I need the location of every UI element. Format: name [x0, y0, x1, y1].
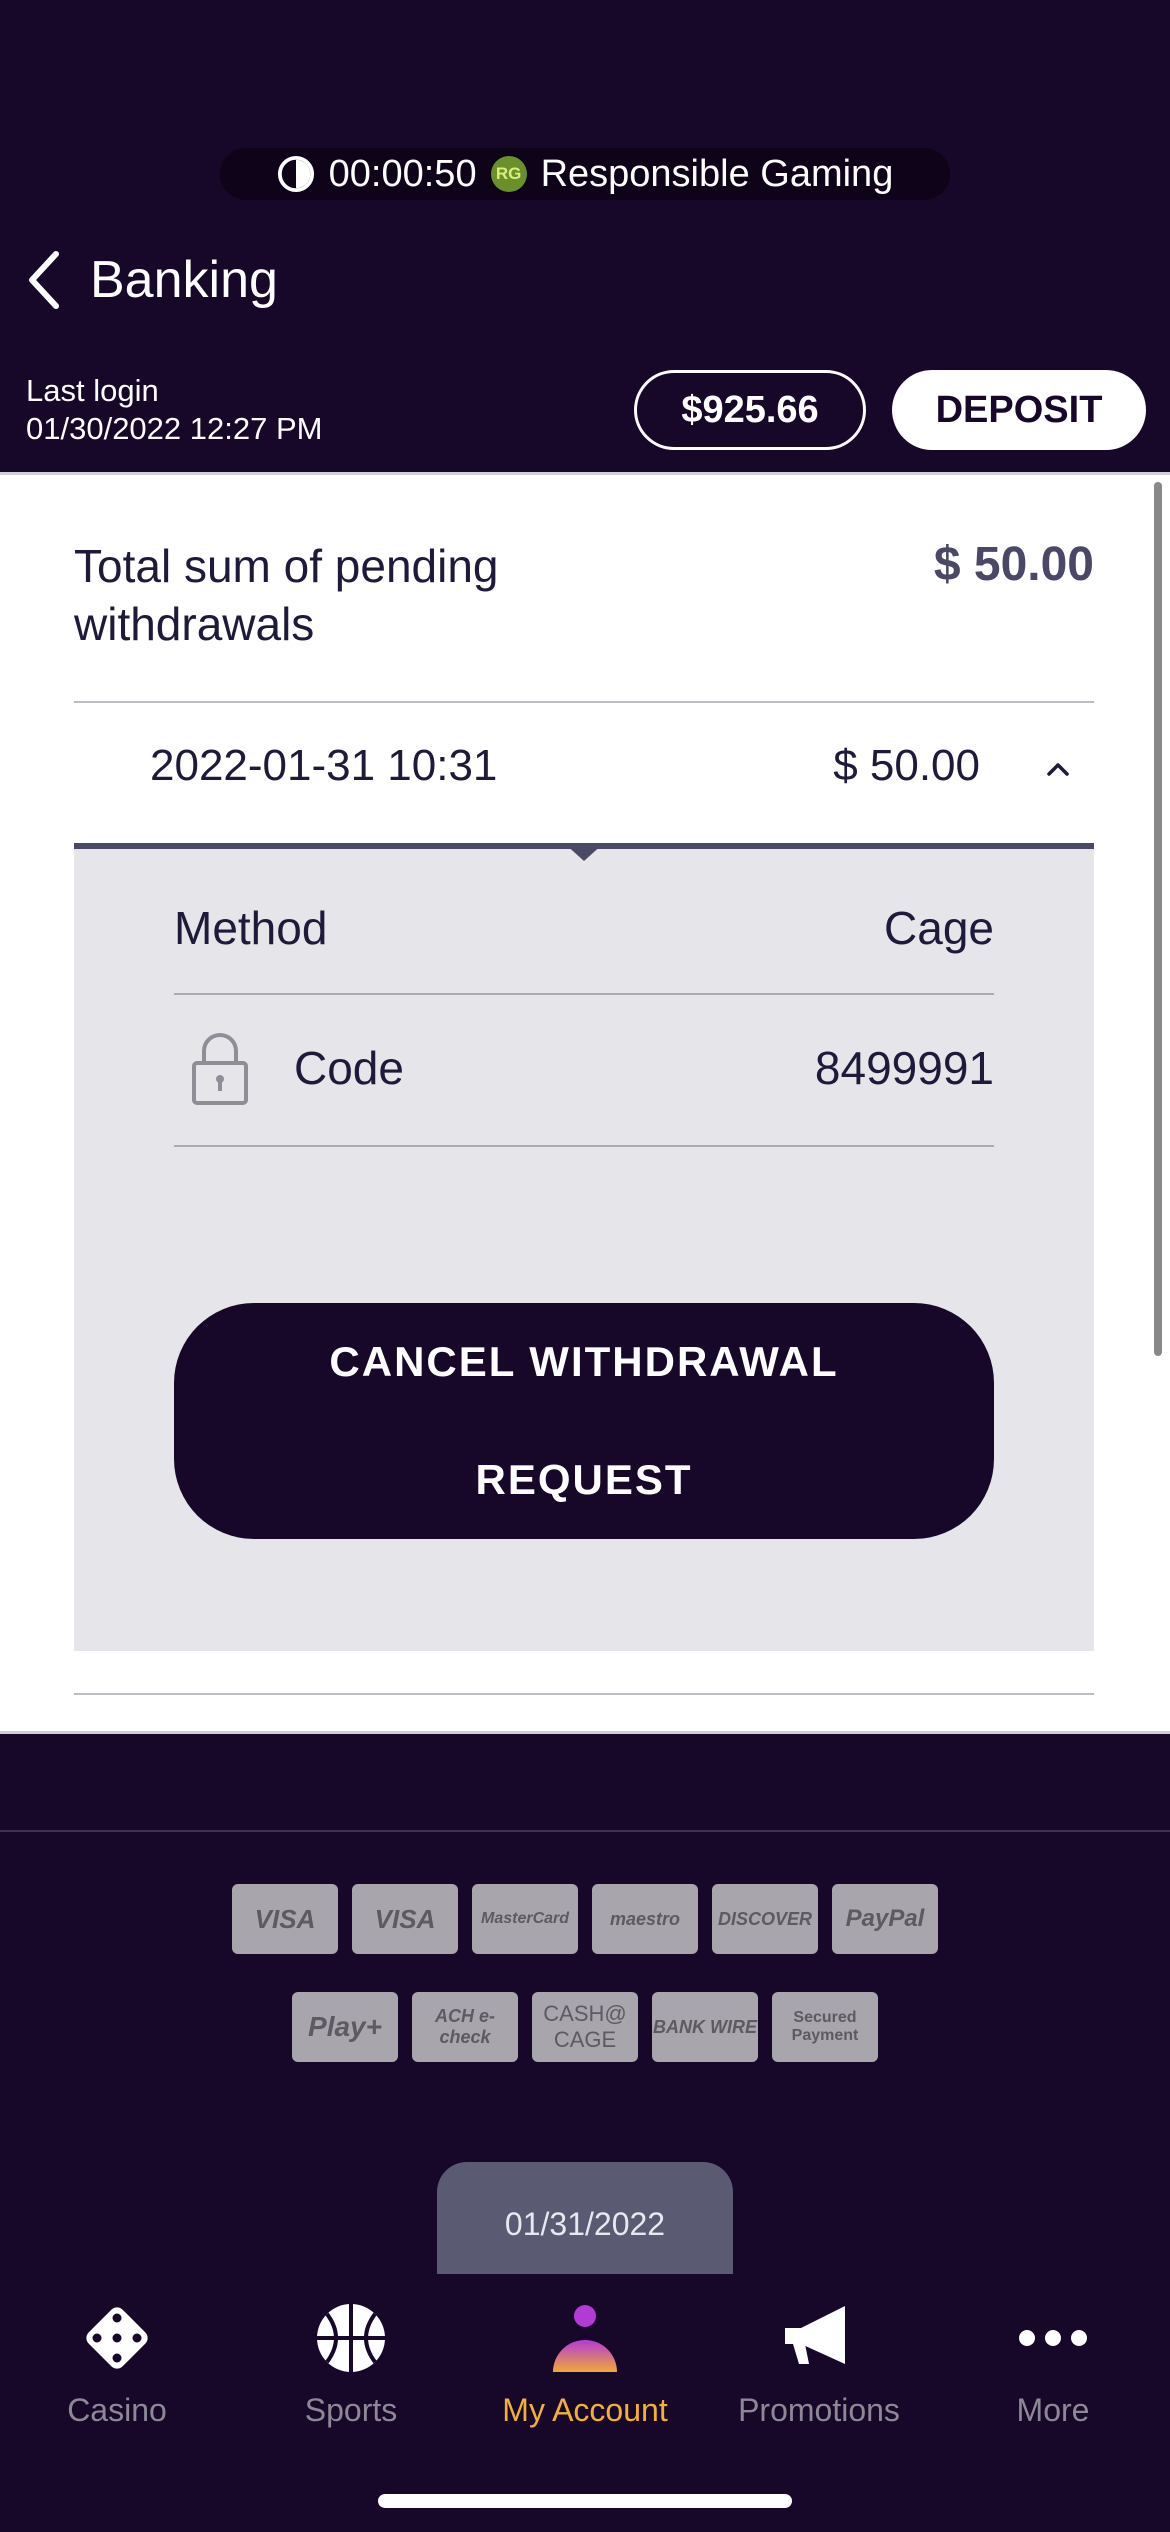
dice-icon — [86, 2307, 148, 2369]
deposit-button[interactable]: DEPOSIT — [892, 370, 1146, 450]
home-indicator[interactable] — [378, 2494, 792, 2508]
tab-label: Casino — [67, 2392, 167, 2428]
megaphone-icon — [785, 2306, 845, 2364]
session-timer: 00:00:50 — [328, 152, 477, 195]
balance-button[interactable]: $925.66 — [634, 370, 866, 450]
page-title: Banking — [90, 251, 278, 309]
last-login-label: Last login — [26, 373, 159, 408]
tab-label: Promotions — [738, 2392, 900, 2428]
last-login-value: 01/30/2022 12:27 PM — [26, 411, 323, 446]
rg-icon: RG — [490, 156, 527, 192]
withdrawal-date: 2022-01-31 10:31 — [150, 741, 498, 790]
tab-label: Sports — [304, 2392, 398, 2428]
page-header: Banking — [24, 240, 278, 320]
lock-icon — [192, 1033, 248, 1105]
payment-logos-row: Play+ ACH e-check CASH@ CAGE BANK WIRE S… — [0, 1992, 1170, 2062]
detail-pointer — [564, 843, 604, 861]
cancel-withdrawal-button[interactable]: CANCEL WITHDRAWAL REQUEST — [174, 1303, 994, 1539]
responsible-gaming-label: Responsible Gaming — [540, 152, 894, 195]
withdrawal-detail: Method Cage Code 8499991 CANCEL WITHDRAW… — [74, 843, 1094, 1651]
discover-logo: DISCOVER — [712, 1884, 818, 1954]
pending-withdrawals-panel: Total sum of pending withdrawals $ 50.00… — [0, 472, 1170, 1734]
visa-logo: VISA — [232, 1884, 338, 1954]
code-value: 8499991 — [814, 1042, 994, 1094]
tab-label: My Account — [502, 2392, 668, 2428]
divider — [174, 1145, 994, 1147]
secured-payment-logo: Secured Payment — [772, 1992, 878, 2062]
pending-total-value: $ 50.00 — [933, 538, 1094, 591]
more-dots-icon — [1019, 2330, 1087, 2346]
bank-wire-logo: BANK WIRE — [652, 1992, 758, 2062]
last-login-info: Last login 01/30/2022 12:27 PM — [26, 372, 322, 448]
withdrawal-amount: $ 50.00 — [833, 741, 980, 790]
chevron-up-icon[interactable] — [1046, 761, 1070, 777]
ach-echeck-logo: ACH e-check — [412, 1992, 518, 2062]
divider — [174, 993, 994, 995]
maestro-logo: maestro — [592, 1884, 698, 1954]
responsible-gaming-pill[interactable]: 00:00:50 RG Responsible Gaming — [220, 148, 950, 200]
mastercard-logo: MasterCard — [472, 1884, 578, 1954]
tab-label: More — [1016, 2392, 1090, 2428]
pending-total-label: Total sum of pending withdrawals — [74, 540, 499, 650]
footer-divider — [0, 1830, 1170, 1832]
method-value: Cage — [884, 902, 994, 954]
code-label: Code — [294, 1042, 404, 1094]
back-chevron-icon[interactable] — [24, 248, 64, 312]
cash-at-cage-logo: CASH@ CAGE — [532, 1992, 638, 2062]
visa-electron-logo: VISA — [352, 1884, 458, 1954]
divider — [74, 1693, 1094, 1695]
play-plus-logo: Play+ — [292, 1992, 398, 2062]
account-icon — [553, 2305, 617, 2372]
payment-logos-row: VISA VISA MasterCard maestro DISCOVER Pa… — [0, 1884, 1170, 1954]
basketball-icon — [317, 2304, 385, 2372]
tab-more[interactable]: More — [936, 2274, 1170, 2532]
scrollbar[interactable] — [1154, 482, 1162, 1356]
date-toast: 01/31/2022 — [437, 2162, 733, 2282]
method-label: Method — [174, 902, 328, 954]
clock-icon — [277, 155, 314, 193]
paypal-logo: PayPal — [832, 1884, 938, 1954]
divider — [74, 701, 1094, 703]
tab-casino[interactable]: Casino — [0, 2274, 234, 2532]
